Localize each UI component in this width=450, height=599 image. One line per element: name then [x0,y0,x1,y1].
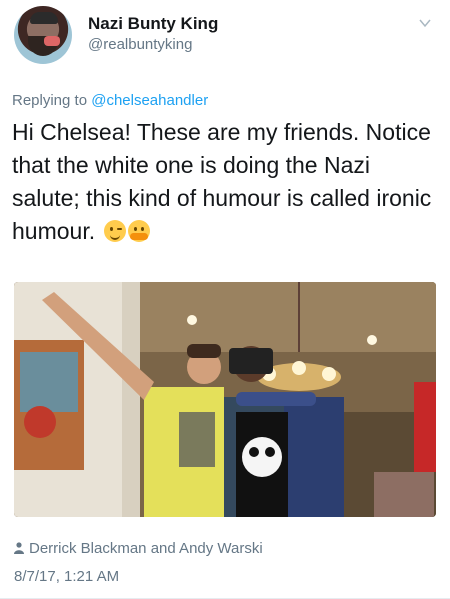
replying-to: Replying to @chelseahandler [12,92,208,109]
tweet-text-content: Hi Chelsea! These are my friends. Notice… [12,119,432,244]
tweet-timestamp[interactable]: 8/7/17, 1:21 AM [14,568,119,585]
winking-face-icon [103,220,126,242]
tweet-header: Nazi Bunty King @realbuntyking [10,6,440,66]
avatar[interactable] [14,6,72,64]
author-info[interactable]: Nazi Bunty King @realbuntyking [88,14,218,56]
tweet-photo[interactable] [14,282,436,517]
tagged-names[interactable]: Derrick Blackman and Andy Warski [29,540,263,557]
tweet-text: Hi Chelsea! These are my friends. Notice… [12,116,442,248]
author-display-name[interactable]: Nazi Bunty King [88,14,218,34]
photo-tagged-people[interactable]: Derrick Blackman and Andy Warski [14,540,263,557]
tweet-card: Nazi Bunty King @realbuntyking Replying … [0,0,450,599]
person-icon [14,542,24,554]
hugging-face-icon [127,220,150,242]
replying-to-prefix: Replying to [12,92,92,109]
chevron-down-icon[interactable] [418,16,432,30]
author-handle[interactable]: @realbuntyking [88,34,218,56]
reply-mention-link[interactable]: @chelseahandler [91,92,208,109]
photo-image [14,282,436,517]
